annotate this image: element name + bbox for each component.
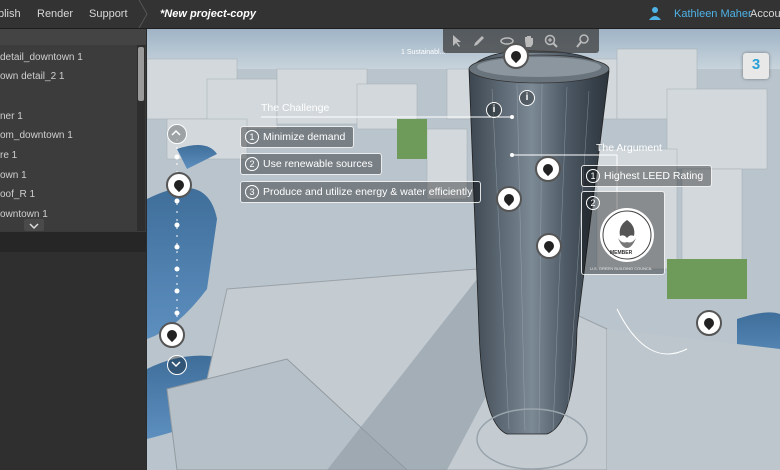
argument-item-label: Highest LEED Rating <box>604 170 704 182</box>
argument-item-2[interactable]: 2 MEMBER U.S. GREEN BUILDING COUNCIL <box>581 191 665 275</box>
number-badge: 2 <box>245 157 259 171</box>
number-badge: 1 <box>245 130 259 144</box>
location-pin-icon[interactable] <box>535 156 561 182</box>
user-name-link[interactable]: Kathleen Maher <box>674 8 752 20</box>
panel-empty-area <box>0 252 146 470</box>
city-scene <box>147 29 780 470</box>
account-menu[interactable]: Accour <box>750 8 780 20</box>
chevron-down-icon <box>29 223 39 230</box>
location-pin-icon[interactable] <box>496 186 522 212</box>
layer-item[interactable]: own detail_2 1 <box>0 71 65 82</box>
zoom-icon[interactable] <box>543 33 559 49</box>
challenge-heading: The Challenge <box>261 102 330 114</box>
layers-panel: detail_downtown 1 own detail_2 1 ner 1 o… <box>0 29 146 470</box>
info-icon[interactable]: i <box>486 102 502 118</box>
3d-viewport[interactable]: 3 1 Sustainabl... The Challenge 1 Minimi… <box>147 29 780 470</box>
menu-publish[interactable]: blish <box>0 8 21 20</box>
location-pin-icon[interactable] <box>696 310 722 336</box>
menu-render[interactable]: Render <box>37 8 73 20</box>
location-pin-icon[interactable] <box>166 172 192 198</box>
top-bar: blish Render Support *New project-copy K… <box>0 0 780 29</box>
project-title: *New project-copy <box>160 8 256 20</box>
expand-list-button[interactable] <box>24 219 44 231</box>
challenge-item-2[interactable]: 2 Use renewable sources <box>240 153 382 175</box>
location-pin-icon[interactable] <box>503 43 529 69</box>
select-arrow-icon[interactable] <box>449 33 465 49</box>
layer-item[interactable]: om_downtown 1 <box>0 130 73 141</box>
panel-header <box>0 29 146 46</box>
menu-support[interactable]: Support <box>89 8 128 20</box>
breadcrumb-separator <box>138 0 148 28</box>
badge-council-text: U.S. GREEN BUILDING COUNCIL <box>590 266 653 271</box>
argument-item-1[interactable]: 1 Highest LEED Rating <box>581 165 713 187</box>
info-icon[interactable]: i <box>519 90 535 106</box>
layer-item[interactable]: own 1 <box>0 170 27 181</box>
layer-list-scrollbar[interactable] <box>137 45 145 231</box>
view-cube-button[interactable]: 3 <box>743 53 769 79</box>
location-pin-icon[interactable] <box>536 233 562 259</box>
challenge-item-3[interactable]: 3 Produce and utilize energy & water eff… <box>240 181 482 203</box>
challenge-item-1[interactable]: 1 Minimize demand <box>240 126 355 148</box>
timeline-up-button[interactable] <box>167 124 187 144</box>
layer-item[interactable]: ner 1 <box>0 111 23 122</box>
timeline-down-button[interactable] <box>167 355 187 375</box>
walk-search-icon[interactable] <box>575 33 591 49</box>
pencil-icon[interactable] <box>471 33 487 49</box>
layer-list: detail_downtown 1 own detail_2 1 ner 1 o… <box>0 45 137 231</box>
location-pin-icon[interactable] <box>159 322 185 348</box>
challenge-item-label: Use renewable sources <box>263 158 373 170</box>
user-icon[interactable] <box>648 6 662 20</box>
tower-label: 1 Sustainabl... <box>401 49 446 56</box>
chevron-up-icon <box>171 129 181 136</box>
number-badge: 3 <box>245 185 259 199</box>
scroll-thumb[interactable] <box>138 47 144 101</box>
layer-item[interactable]: re 1 <box>0 150 17 161</box>
argument-heading: The Argument <box>596 142 662 154</box>
chevron-down-icon <box>171 361 181 368</box>
badge-member-text: MEMBER <box>610 250 633 256</box>
challenge-item-label: Produce and utilize energy & water effic… <box>263 186 473 198</box>
challenge-item-label: Minimize demand <box>263 131 346 143</box>
panel-footer <box>0 232 146 252</box>
number-badge: 1 <box>586 169 600 183</box>
layer-item[interactable]: detail_downtown 1 <box>0 52 83 63</box>
layer-item[interactable]: oof_R 1 <box>0 189 35 200</box>
